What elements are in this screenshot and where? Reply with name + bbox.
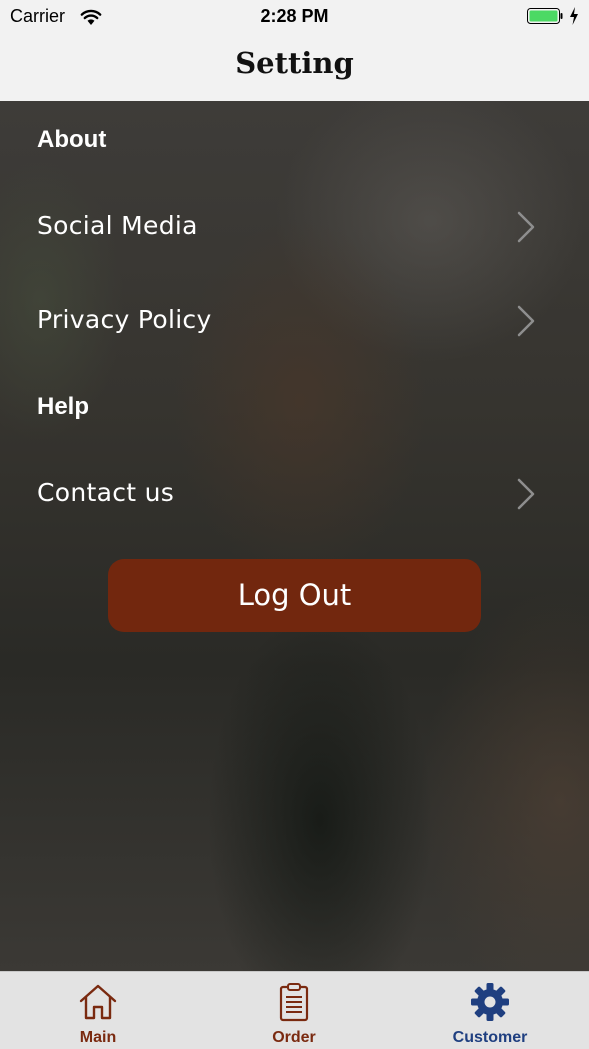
status-time: 2:28 PM — [260, 6, 329, 26]
section-header-about: About — [37, 126, 107, 153]
settings-row-label: Social Media — [37, 211, 198, 240]
settings-row-label: Contact us — [37, 478, 175, 507]
tab-main[interactable]: Main — [0, 972, 196, 1049]
tab-customer[interactable]: Customer — [392, 972, 588, 1049]
settings-row-contact-us[interactable]: Contact us — [0, 464, 589, 524]
chevron-right-icon — [517, 305, 535, 337]
settings-row-privacy-policy[interactable]: Privacy Policy — [0, 291, 589, 351]
home-icon — [79, 984, 117, 1020]
tab-label-customer: Customer — [452, 1029, 528, 1046]
tab-label-main: Main — [79, 1029, 117, 1046]
tab-order[interactable]: Order — [196, 972, 392, 1049]
tab-bar: Main Order Customer — [0, 971, 589, 1049]
page-title: Setting — [235, 46, 354, 80]
navigation-bar: Setting — [0, 34, 589, 102]
charging-bolt-icon — [570, 7, 578, 25]
logout-button[interactable]: Log Out — [108, 559, 481, 632]
clipboard-icon — [279, 983, 309, 1022]
settings-row-social-media[interactable]: Social Media — [0, 197, 589, 257]
gear-icon — [471, 983, 509, 1021]
status-bar: Carrier 2:28 PM — [0, 0, 589, 34]
battery-icon — [527, 8, 563, 24]
settings-content: About Social Media Privacy Policy Help C… — [0, 101, 589, 971]
tab-label-order: Order — [272, 1029, 316, 1046]
settings-row-label: Privacy Policy — [37, 305, 212, 334]
chevron-right-icon — [517, 478, 535, 510]
chevron-right-icon — [517, 211, 535, 243]
section-header-help: Help — [37, 393, 90, 420]
